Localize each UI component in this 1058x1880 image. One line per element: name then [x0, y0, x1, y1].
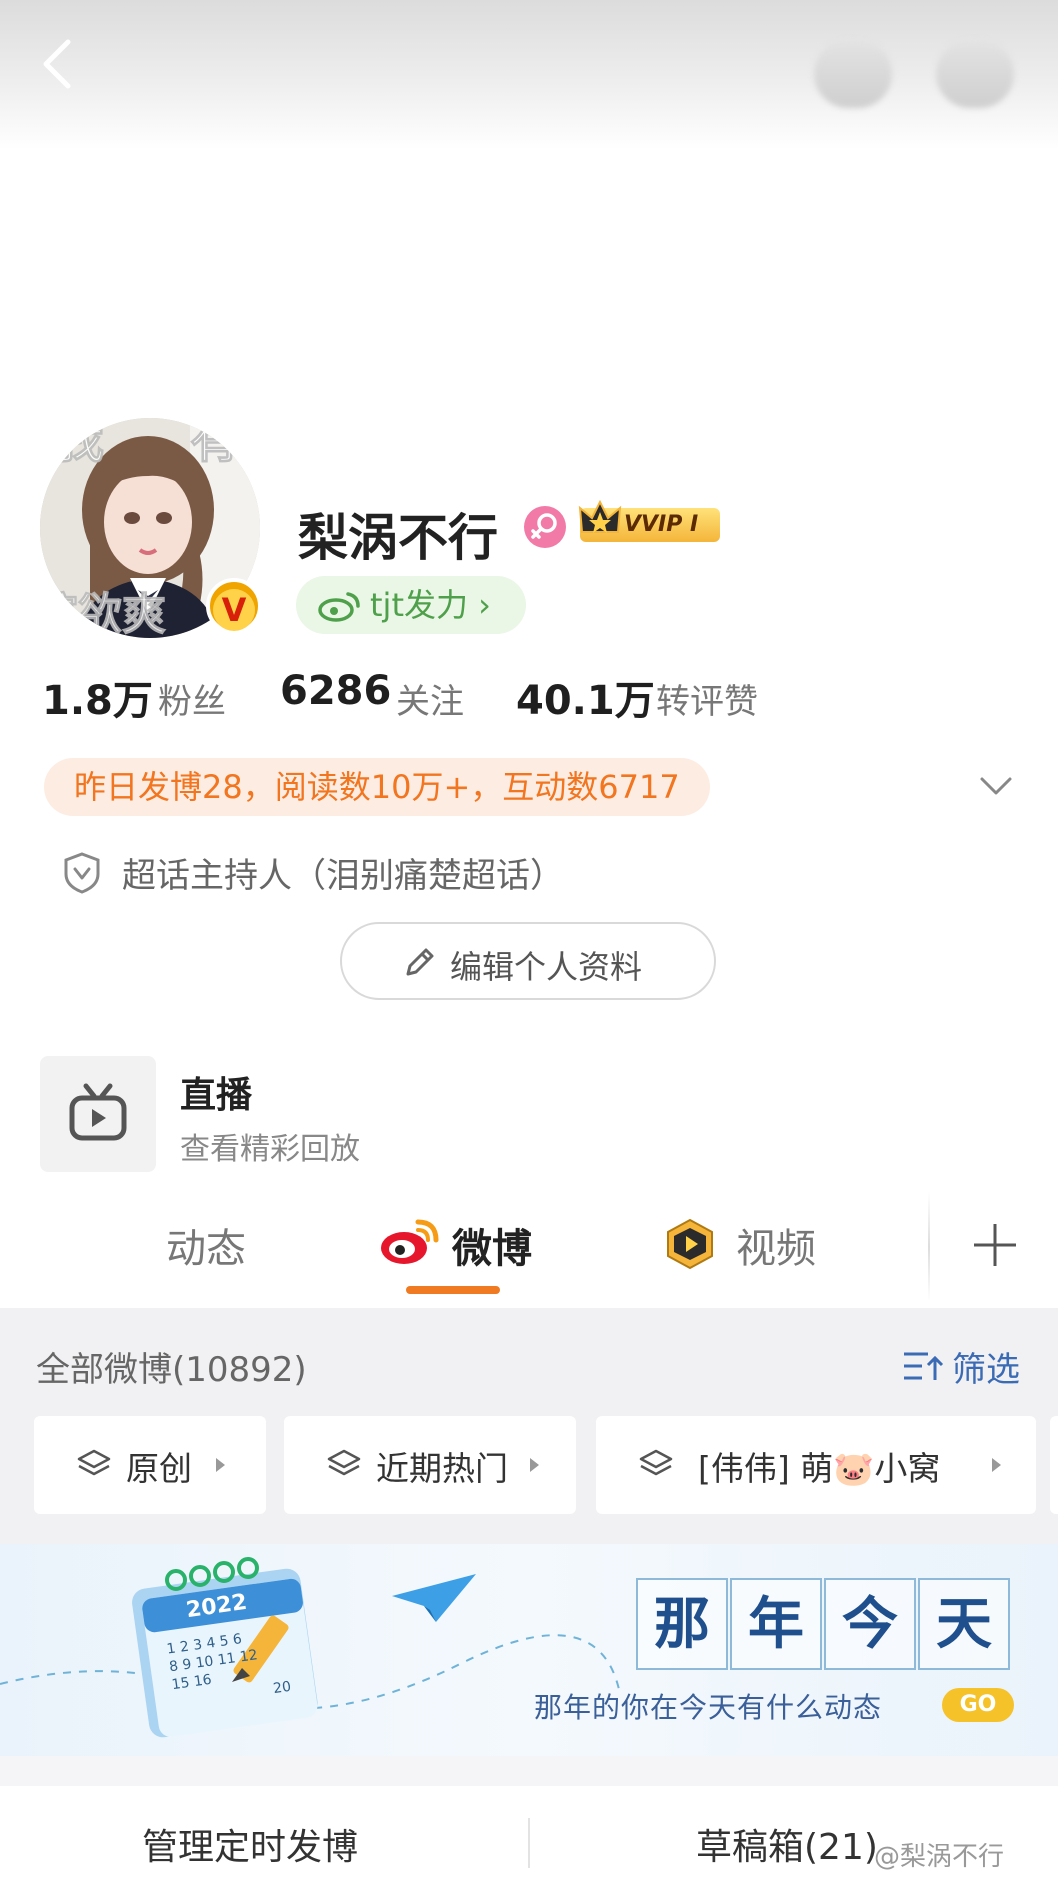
go-button[interactable]: GO	[942, 1688, 1014, 1722]
chip-overflow	[1050, 1416, 1058, 1514]
fans-label[interactable]: 粉丝	[158, 674, 226, 723]
edit-profile-label: 编辑个人资料	[450, 948, 643, 986]
tag-label: tjt发力 ›	[370, 586, 491, 624]
layers-icon	[327, 1449, 361, 1476]
banner-subtitle: 那年的你在今天有什么动态	[534, 1691, 883, 1724]
interactions-count[interactable]: 40.1万	[516, 668, 655, 726]
all-weibo-count: 全部微博(10892)	[36, 1350, 307, 1390]
chip-original[interactable]: 原创	[34, 1416, 266, 1514]
weibo-logo-icon	[381, 1219, 439, 1264]
chip-label: [伟伟] 萌🐷小窝	[698, 1449, 941, 1488]
chip-group[interactable]: [伟伟] 萌🐷小窝	[596, 1416, 1036, 1514]
fans-count[interactable]: 1.8万	[42, 668, 153, 726]
activity-summary[interactable]: 昨日发博28，阅读数10万+，互动数6717	[44, 758, 710, 816]
filter-label: 筛选	[952, 1350, 1020, 1390]
vvip-label: VVIP I	[624, 512, 699, 537]
filter-icon	[904, 1352, 944, 1380]
add-tab-icon[interactable]	[972, 1222, 1018, 1268]
tab-dynamics[interactable]: 动态	[166, 1216, 246, 1274]
edit-profile-button[interactable]: 编辑个人资料	[340, 922, 716, 1000]
section-divider	[0, 1756, 1058, 1786]
live-subtitle[interactable]: 查看精彩回放	[180, 1124, 360, 1168]
crown-icon	[578, 500, 622, 533]
chevron-down-icon[interactable]	[978, 774, 1014, 798]
female-symbol-icon	[531, 513, 557, 539]
live-tile[interactable]	[40, 1056, 156, 1172]
chip-label: 原创	[126, 1449, 192, 1488]
weibo-logo-icon	[318, 592, 360, 622]
chip-label: 近期热门	[376, 1449, 508, 1488]
caret-right-icon	[216, 1458, 225, 1472]
active-tab-indicator	[406, 1286, 500, 1294]
banner-title-char: 那	[636, 1578, 728, 1670]
verified-badge-label: V	[213, 589, 255, 631]
top-bar	[0, 0, 1058, 150]
more-button[interactable]	[936, 40, 1014, 108]
caret-right-icon	[992, 1458, 1001, 1472]
chip-recent-hot[interactable]: 近期热门	[284, 1416, 576, 1514]
scheduled-posts-button[interactable]: 管理定时发博	[142, 1818, 358, 1870]
verified-badge: V	[206, 578, 262, 634]
supertopic-host-label[interactable]: 超话主持人（泪别痛楚超话）	[122, 848, 564, 897]
layers-icon	[639, 1449, 673, 1476]
username: 梨涡不行	[298, 509, 498, 567]
live-title[interactable]: 直播	[180, 1066, 252, 1118]
watermark: @梨涡不行	[874, 1842, 1005, 1872]
shield-icon	[64, 852, 100, 894]
banner-title-char: 天	[918, 1578, 1010, 1670]
caret-right-icon	[530, 1458, 539, 1472]
search-button[interactable]	[814, 40, 892, 108]
following-label[interactable]: 关注	[396, 674, 464, 723]
layers-icon	[77, 1449, 111, 1476]
drafts-button[interactable]: 草稿箱(21)	[696, 1818, 878, 1870]
interactions-label[interactable]: 转评赞	[656, 674, 758, 723]
following-count[interactable]: 6286	[280, 668, 391, 714]
banner-title-char: 今	[824, 1578, 916, 1670]
tag-button[interactable]: tjt发力 ›	[296, 576, 526, 634]
pencil-icon	[406, 948, 434, 976]
chevron-left-icon	[43, 39, 71, 89]
banner-title-char: 年	[730, 1578, 822, 1670]
tab-video[interactable]: 视频	[736, 1216, 816, 1274]
back-button[interactable]	[38, 34, 98, 94]
avatar-watermark-bottom: 嫁欲爽	[40, 589, 167, 639]
bottom-divider	[528, 1818, 530, 1868]
avatar-watermark-top-left: 我	[54, 418, 105, 470]
video-badge-icon	[667, 1218, 713, 1270]
tab-weibo[interactable]: 微博	[452, 1216, 532, 1274]
tab-divider	[928, 1192, 930, 1302]
avatar-watermark-top-right: 有	[190, 418, 241, 470]
tv-icon	[69, 1083, 127, 1141]
female-icon	[524, 506, 566, 548]
